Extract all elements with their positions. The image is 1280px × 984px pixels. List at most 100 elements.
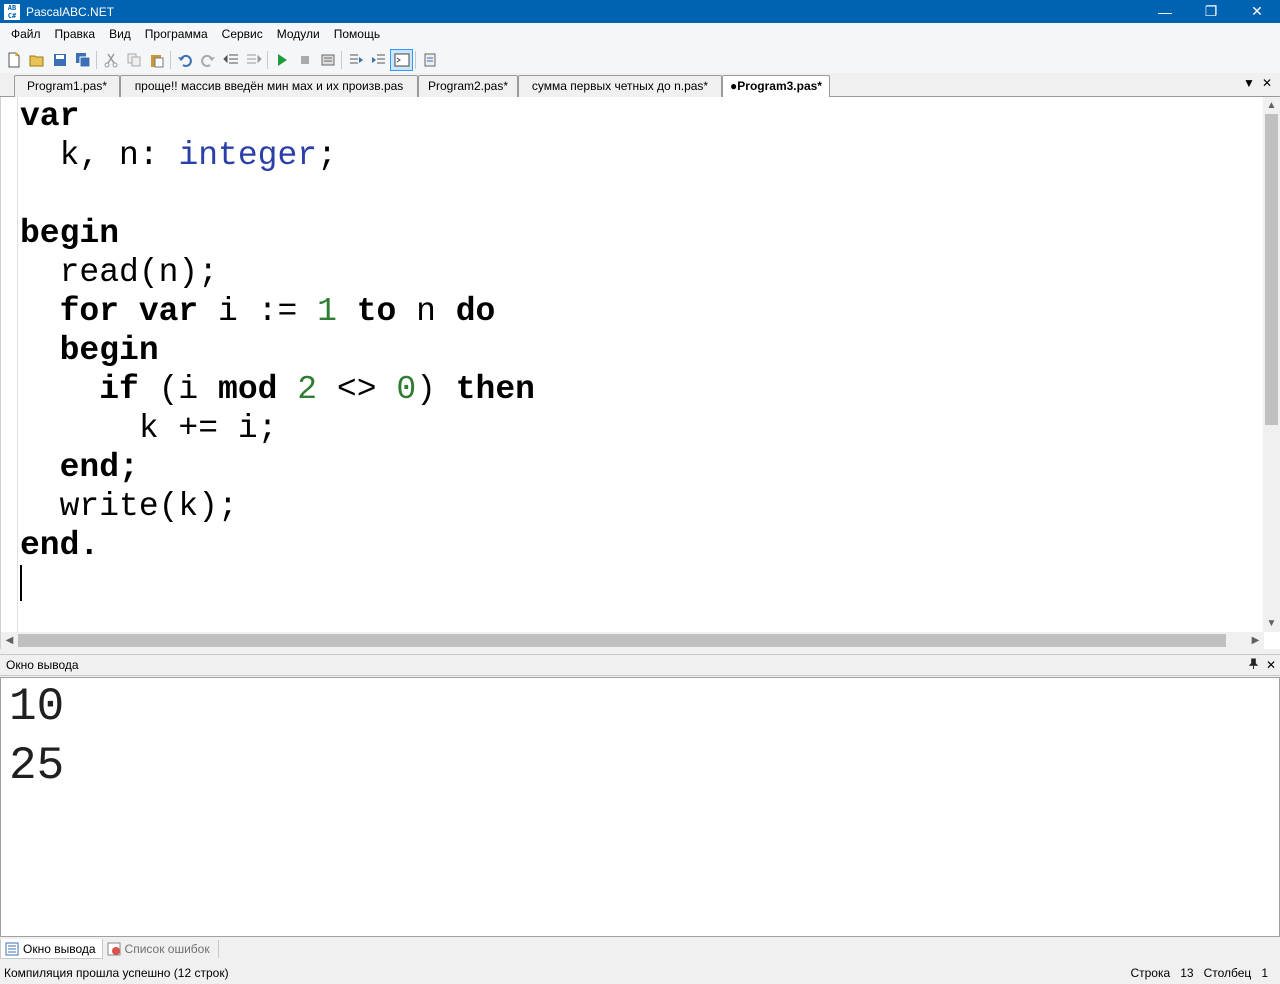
output-panel-header: Окно вывода ✕ — [0, 654, 1280, 676]
code-line[interactable] — [20, 175, 535, 214]
code-line[interactable]: begin — [20, 331, 535, 370]
cut-icon[interactable] — [99, 49, 122, 71]
app-logo-icon: AB C# — [4, 3, 20, 20]
scroll-right-icon[interactable]: ▶ — [1247, 632, 1264, 649]
debug-window-icon[interactable] — [418, 49, 441, 71]
menu-edit[interactable]: Правка — [48, 23, 103, 46]
code-line[interactable]: end. — [20, 526, 535, 565]
code-keyword: to — [356, 293, 397, 330]
menu-bar: Файл Правка Вид Программа Сервис Модули … — [0, 23, 1280, 46]
tabs-dropdown-icon[interactable]: ▼ — [1243, 76, 1255, 90]
code-line[interactable]: var — [20, 97, 535, 136]
code-keyword: mod — [218, 371, 278, 408]
save-all-icon[interactable] — [71, 49, 94, 71]
horizontal-scrollbar[interactable]: ◀ ▶ — [1, 632, 1264, 649]
minimize-button[interactable]: — — [1142, 0, 1188, 23]
scroll-up-icon[interactable]: ▲ — [1263, 97, 1280, 114]
code-keyword: for var — [59, 293, 199, 330]
code-text: k += i; — [20, 410, 278, 447]
column-value: 1 — [1261, 966, 1268, 980]
tab-errors-label: Список ошибок — [124, 942, 210, 956]
close-window-button[interactable]: ✕ — [1234, 0, 1280, 23]
tab-massiv[interactable]: проще!! массив введён мин мах и их произ… — [120, 75, 418, 97]
code-line[interactable]: read(n); — [20, 253, 535, 292]
cursor-position: Строка 13 Столбец 1 — [1130, 966, 1268, 980]
tab-summa[interactable]: сумма первых четных до n.pas* — [518, 75, 722, 97]
code-text: write(k); — [20, 488, 238, 525]
code-line[interactable]: k, n: integer; — [20, 136, 535, 175]
restore-button[interactable]: ❐ — [1188, 0, 1234, 23]
code-line[interactable]: k += i; — [20, 409, 535, 448]
scroll-down-icon[interactable]: ▼ — [1263, 615, 1280, 632]
tab-output-window[interactable]: Окно вывода — [0, 939, 103, 959]
menu-file[interactable]: Файл — [4, 23, 48, 46]
code-keyword: do — [455, 293, 496, 330]
menu-help[interactable]: Помощь — [327, 23, 387, 46]
step-over-icon[interactable] — [367, 49, 390, 71]
code-text: i := — [198, 293, 318, 330]
tab-program1[interactable]: Program1.pas* — [14, 75, 120, 97]
window-title: PascalABC.NET — [26, 4, 115, 19]
close-tab-icon[interactable]: ✕ — [1262, 76, 1272, 90]
horizontal-scroll-thumb[interactable] — [18, 634, 1226, 647]
output-line: 10 — [9, 681, 65, 733]
output-line: 25 — [9, 740, 65, 792]
file-tabs: Program1.pas* проще!! массив введён мин … — [0, 73, 1280, 98]
code-line[interactable]: if (i mod 2 <> 0) then — [20, 370, 535, 409]
undo-icon[interactable] — [173, 49, 196, 71]
close-output-icon[interactable]: ✕ — [1262, 658, 1280, 672]
tab-program3[interactable]: ●Program3.pas* — [722, 75, 830, 98]
menu-modules[interactable]: Модули — [270, 23, 327, 46]
text-caret — [20, 565, 22, 601]
code-type: integer — [178, 137, 318, 174]
code-keyword: begin — [59, 332, 159, 369]
menu-program[interactable]: Программа — [138, 23, 215, 46]
vertical-scrollbar[interactable]: ▲ ▼ — [1263, 97, 1280, 632]
menu-view[interactable]: Вид — [102, 23, 138, 46]
paste-icon[interactable] — [145, 49, 168, 71]
row-value: 13 — [1180, 966, 1194, 980]
output-panel-title: Окно вывода — [6, 658, 79, 672]
code-text: (i — [138, 371, 219, 408]
toolbar-separator — [415, 50, 416, 69]
tab-error-list[interactable]: Список ошибок — [103, 939, 216, 959]
code-text: ) — [416, 371, 456, 408]
redo-icon[interactable] — [196, 49, 219, 71]
toolbar-separator — [170, 50, 171, 69]
pin-icon[interactable] — [1244, 658, 1262, 672]
indent-right-icon[interactable] — [242, 49, 265, 71]
code-line[interactable]: write(k); — [20, 487, 535, 526]
code-keyword: end. — [20, 527, 100, 564]
code-text: <> — [317, 371, 397, 408]
indent-left-icon[interactable] — [219, 49, 242, 71]
new-file-icon[interactable] — [2, 49, 25, 71]
copy-icon[interactable] — [122, 49, 145, 71]
code-number: 0 — [396, 371, 417, 408]
code-editor[interactable]: var k, n: integer; begin read(n); for var… — [0, 97, 1280, 649]
code-keyword: end; — [59, 449, 139, 486]
code-line[interactable]: begin — [20, 214, 535, 253]
bottom-panel-tabs: Окно вывода Список ошибок — [0, 938, 1280, 960]
tab-program2[interactable]: Program2.pas* — [418, 75, 518, 97]
step-into-icon[interactable] — [344, 49, 367, 71]
code-line[interactable] — [20, 565, 535, 604]
stop-icon[interactable] — [293, 49, 316, 71]
scroll-left-icon[interactable]: ◀ — [1, 632, 18, 649]
code-line[interactable]: for var i := 1 to n do — [20, 292, 535, 331]
output-window[interactable]: 10 25 — [0, 677, 1280, 937]
save-icon[interactable] — [48, 49, 71, 71]
code-keyword: var — [20, 98, 80, 135]
output-window-icon[interactable] — [390, 48, 413, 71]
tab-output-label: Окно вывода — [23, 941, 96, 956]
open-icon[interactable] — [25, 49, 48, 71]
code-text[interactable]: var k, n: integer; begin read(n); for var… — [20, 97, 535, 604]
menu-service[interactable]: Сервис — [215, 23, 270, 46]
code-line[interactable]: end; — [20, 448, 535, 487]
code-text: ; — [317, 137, 337, 174]
title-bar: AB C# PascalABC.NET — ❐ ✕ — [0, 0, 1280, 23]
column-label: Столбец — [1203, 966, 1252, 980]
run-icon[interactable] — [270, 49, 293, 71]
compile-icon[interactable] — [316, 49, 339, 71]
vertical-scroll-thumb[interactable] — [1265, 114, 1278, 425]
